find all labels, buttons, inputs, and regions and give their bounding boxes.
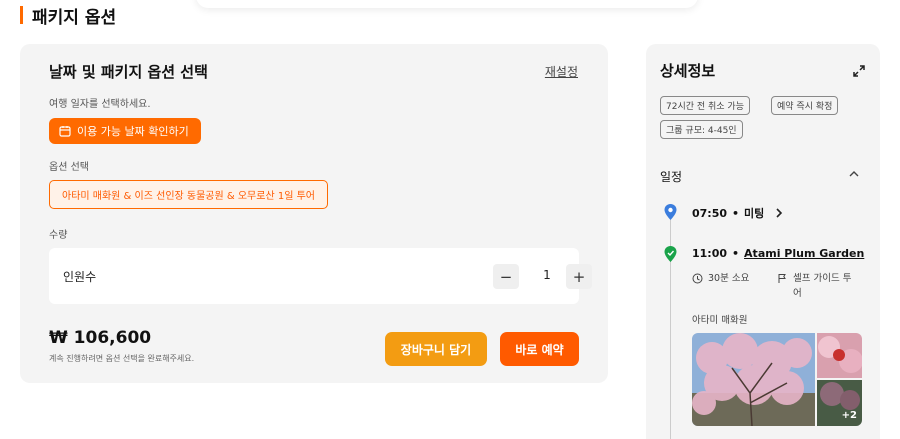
details-panel: 상세정보 72시간 전 취소 가능 예약 즉시 확정 그룹 규모: 4-45인 … (646, 44, 880, 439)
increase-button[interactable]: + (566, 264, 592, 289)
schedule-step-garden: 11:00 • Atami Plum Garden (692, 247, 864, 260)
duration-info: 30분 소요 (692, 271, 749, 286)
plum-blossom-photo-2[interactable] (817, 333, 862, 378)
quantity-stepper: 인원수 − 1 + (49, 248, 592, 304)
tag-group-size: 그룹 규모: 4-45인 (660, 120, 743, 139)
section-title-text: 패키지 옵션 (32, 7, 117, 28)
tour-type-info: 셀프 가이드 투어 (777, 271, 853, 301)
booking-card: 날짜 및 패키지 옵션 선택 재설정 여행 일자를 선택하세요. 이용 가능 날… (20, 44, 608, 383)
step-time: 07:50 (692, 206, 728, 220)
add-to-cart-button[interactable]: 장바구니 담기 (385, 332, 487, 366)
step-separator: • (732, 206, 740, 220)
schedule-step-meeting[interactable]: 07:50 • 미팅 (692, 205, 783, 221)
tour-type-text: 셀프 가이드 투어 (793, 273, 852, 299)
top-floating-card (196, 0, 698, 8)
more-photos-count: +2 (817, 380, 862, 426)
headcount-label: 인원수 (63, 270, 97, 284)
reset-link[interactable]: 재설정 (545, 63, 578, 80)
chevron-right-icon[interactable] (775, 208, 783, 218)
sub-place-name: 아타미 매화원 (692, 315, 748, 326)
plum-blossom-photo-3[interactable]: +2 (817, 380, 862, 426)
expand-icon[interactable] (852, 64, 866, 78)
check-dates-button[interactable]: 이용 가능 날짜 확인하기 (49, 118, 201, 144)
booking-title: 날짜 및 패키지 옵션 선택 (49, 63, 208, 81)
book-now-button[interactable]: 바로 예약 (500, 332, 579, 366)
tag-cancellation: 72시간 전 취소 가능 (660, 96, 750, 115)
duration-text: 30분 소요 (708, 273, 750, 284)
schedule-title: 일정 (660, 170, 683, 184)
section-title: 패키지 옵션 (20, 4, 117, 28)
decrease-button[interactable]: − (493, 264, 519, 289)
accent-bar (20, 6, 23, 24)
location-pin-icon (664, 246, 677, 262)
option-label: 옵션 선택 (49, 162, 89, 173)
details-title: 상세정보 (660, 62, 716, 80)
calendar-icon (59, 126, 71, 137)
clock-icon (692, 273, 703, 284)
option-chip[interactable]: 아타미 매화원 & 이즈 선인장 동물공원 & 오무로산 1일 투어 (49, 180, 328, 209)
flag-icon (778, 274, 786, 283)
check-dates-label: 이용 가능 날짜 확인하기 (77, 125, 189, 138)
quantity-value: 1 (543, 268, 551, 282)
place-link[interactable]: Atami Plum Garden (744, 247, 864, 260)
chevron-up-icon[interactable] (848, 168, 860, 180)
plum-blossom-photo[interactable] (692, 333, 815, 426)
quantity-label: 수량 (49, 230, 68, 241)
tag-instant-confirm: 예약 즉시 확정 (771, 96, 839, 115)
total-price: ₩ 106,600 (49, 328, 152, 348)
step-name: 미팅 (744, 207, 765, 220)
price-note: 계속 진행하려면 옵션 선택을 완료해주세요. (49, 354, 195, 363)
step-time: 11:00 (692, 247, 728, 260)
step-separator: • (732, 247, 740, 260)
date-prompt: 여행 일자를 선택하세요. (49, 99, 151, 110)
location-pin-icon (664, 204, 677, 220)
